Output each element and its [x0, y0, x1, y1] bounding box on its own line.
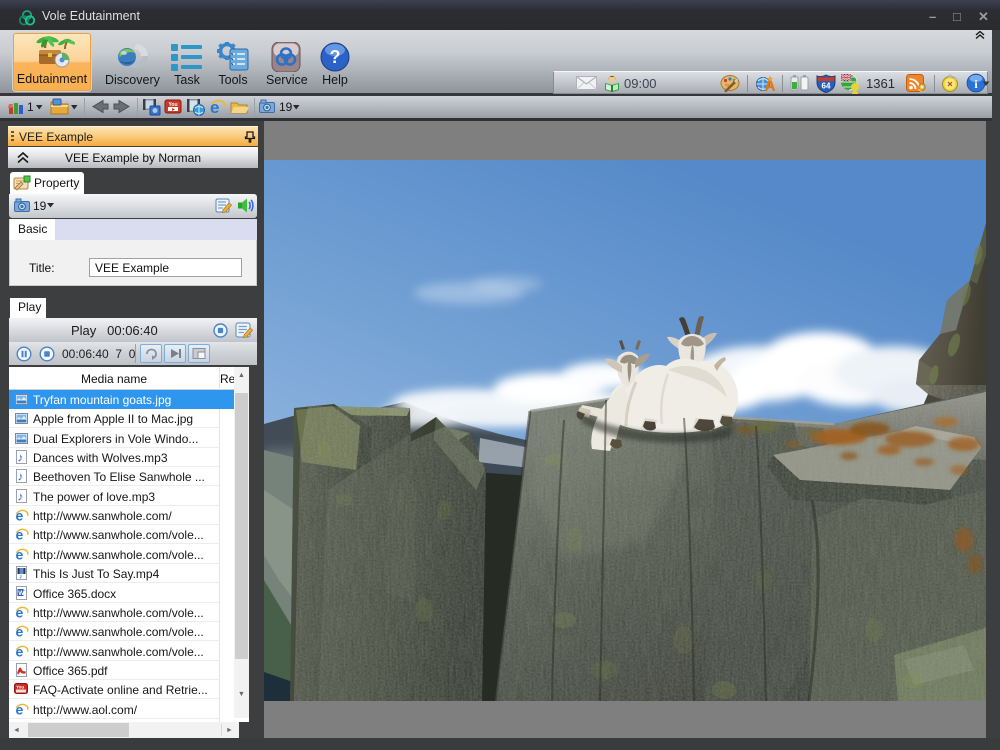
svg-text:♪: ♪: [17, 490, 23, 504]
svg-text:♪: ♪: [19, 574, 23, 581]
svg-text:♪: ♪: [17, 451, 23, 465]
svg-text:?: ?: [330, 47, 341, 67]
svg-text:♪: ♪: [17, 470, 23, 484]
svg-text:You: You: [16, 685, 24, 690]
svg-text:64: 64: [822, 82, 831, 91]
svg-text:W: W: [18, 590, 25, 597]
